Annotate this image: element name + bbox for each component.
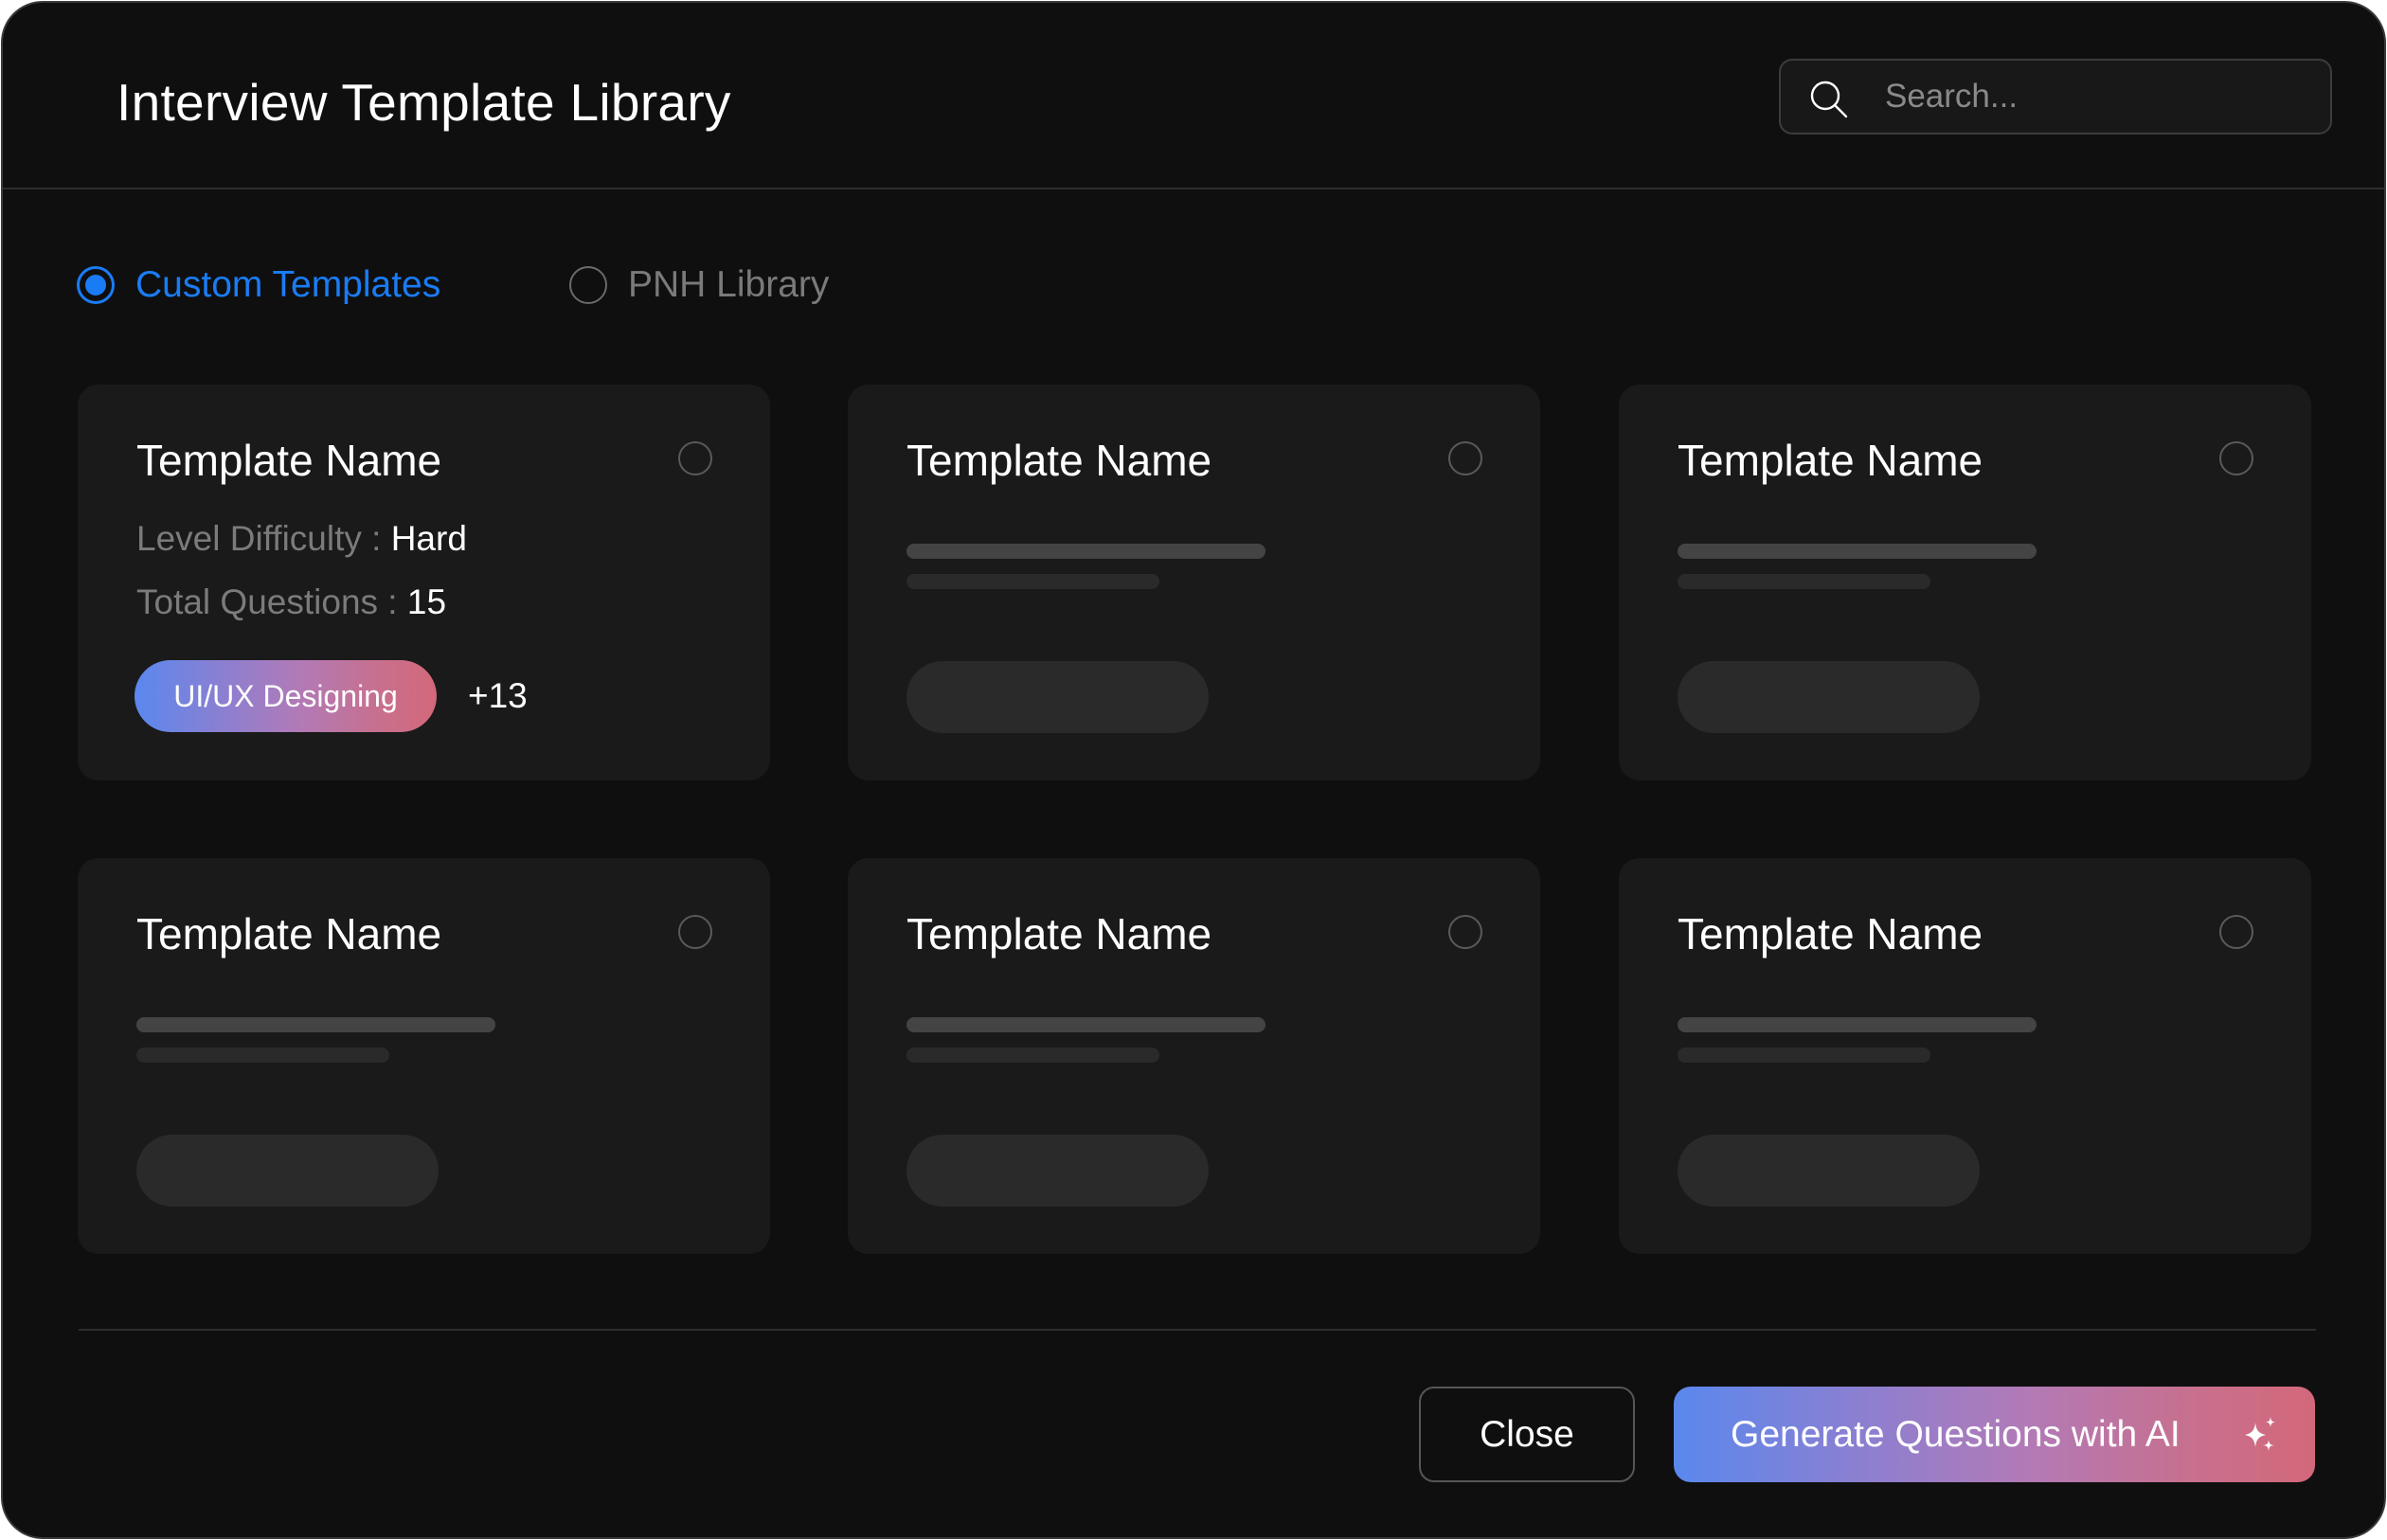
generate-button-label: Generate Questions with AI [1731,1414,2181,1455]
skeleton-line [1678,544,2037,559]
skeleton-tag [1678,1135,1980,1207]
skeleton-line [1678,1017,2037,1032]
questions-row: Total Questions : 15 [136,582,446,623]
skeleton-line [1678,1048,1930,1063]
skeleton-line [906,544,1265,559]
radio-selected-icon[interactable] [77,266,115,304]
skeleton-tag [906,1135,1209,1207]
template-select-radio[interactable] [678,441,712,475]
radio-unselected-icon[interactable] [569,266,607,304]
skill-tag: UI/UX Designing [135,660,437,732]
radio-pnh-library[interactable]: PNH Library [569,264,829,306]
template-card[interactable]: Template Name Level Difficulty : Hard To… [78,385,770,780]
close-button[interactable]: Close [1419,1387,1635,1482]
radio-pnh-library-label: PNH Library [628,264,830,305]
template-select-radio[interactable] [1448,915,1482,949]
template-card[interactable]: Template Name [848,858,1540,1254]
sparkle-icon [2245,1417,2275,1451]
generate-questions-ai-button[interactable]: Generate Questions with AI [1674,1387,2315,1482]
template-card[interactable]: Template Name [848,385,1540,780]
search-input[interactable] [1885,61,2311,133]
skeleton-tag [1678,661,1980,733]
template-select-radio[interactable] [2219,915,2253,949]
template-grid: Template Name Level Difficulty : Hard To… [78,385,2311,1256]
template-select-radio[interactable] [1448,441,1482,475]
skeleton-tag [906,661,1209,733]
radio-custom-templates-label: Custom Templates [135,264,441,305]
template-name: Template Name [1678,909,1983,958]
skeleton-line [136,1048,389,1063]
search-icon [1810,81,1848,118]
footer-divider [79,1329,2316,1331]
search-box[interactable] [1779,59,2332,134]
skeleton-line [906,574,1159,589]
difficulty-label: Level Difficulty : [136,519,391,558]
template-name: Template Name [136,436,442,485]
skeleton-line [1678,574,1930,589]
radio-custom-templates[interactable]: Custom Templates [77,264,440,306]
template-card[interactable]: Template Name [1619,385,2311,780]
template-card[interactable]: Template Name [1619,858,2311,1254]
dialog-header: Interview Template Library [3,3,2384,189]
template-name: Template Name [1678,436,1983,485]
difficulty-value: Hard [390,519,467,558]
skeleton-line [906,1017,1265,1032]
dialog-title: Interview Template Library [117,73,731,132]
skeleton-line [136,1017,495,1032]
skeleton-tag [136,1135,439,1207]
template-card[interactable]: Template Name [78,858,770,1254]
template-name: Template Name [906,909,1212,958]
skeleton-line [906,1048,1159,1063]
template-select-radio[interactable] [2219,441,2253,475]
difficulty-row: Level Difficulty : Hard [136,518,467,560]
questions-label: Total Questions : [136,582,407,621]
template-select-radio[interactable] [678,915,712,949]
questions-value: 15 [406,582,447,621]
template-library-dialog: Interview Template Library Custom Templa… [1,1,2386,1539]
template-name: Template Name [136,909,442,958]
template-name: Template Name [906,436,1212,485]
more-tags-count[interactable]: +13 [468,675,528,717]
